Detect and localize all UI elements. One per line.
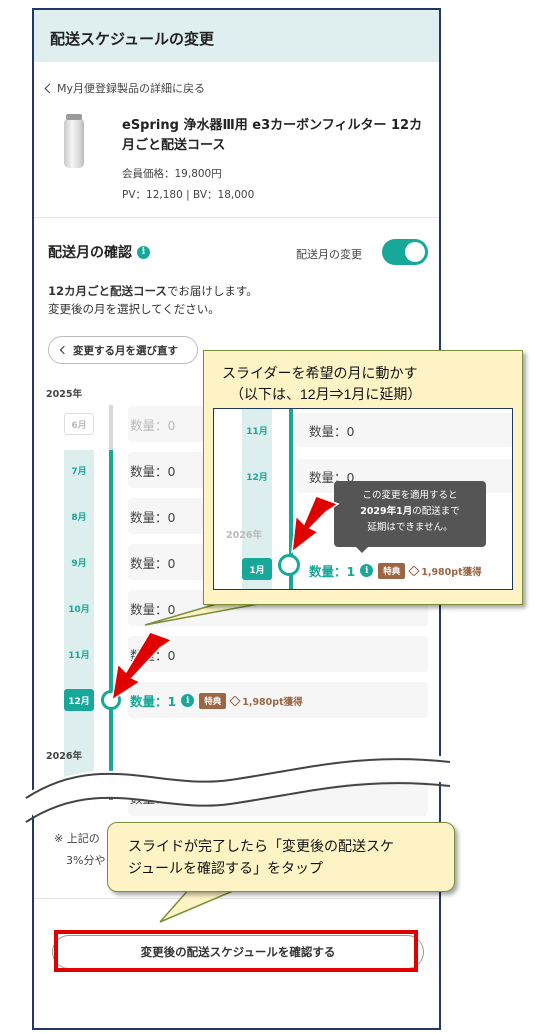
bonus-badge: 特典: [378, 562, 406, 579]
callout-text: スライダーを希望の月に動かす （以下は、12月⇒1月に延期）: [222, 363, 421, 405]
callout-line1: スライダーを希望の月に動かす: [222, 365, 418, 381]
callout-text: スライドが完了したら「変更後の配送スケ ジュールを確認する」をタップ: [128, 835, 394, 879]
month-label: 11月: [246, 426, 268, 437]
callout-line2: ジュールを確認する」をタップ: [128, 860, 324, 876]
highlight-box: [54, 930, 418, 972]
year-label: 2026年: [226, 530, 262, 541]
month-label: 12月: [246, 472, 268, 483]
tooltip-line2: の配送まで: [412, 506, 460, 517]
points-text: 1,980pt獲得: [421, 566, 482, 578]
quantity-selected: 数量：1 i 特典 1,980pt獲得: [309, 561, 482, 580]
tooltip-bold: 2029年1月: [360, 506, 413, 517]
callout-tap-instruction: スライドが完了したら「変更後の配送スケ ジュールを確認する」をタップ: [107, 822, 455, 892]
quantity: 数量：0: [309, 424, 355, 439]
slider-knob: [278, 554, 300, 576]
quantity-value: 数量：1: [309, 564, 356, 579]
zoomed-slider-inset: 11月 数量：0 12月 数量：0 2026年 1月 数量：1 i 特典 1,9…: [213, 408, 513, 590]
warning-tooltip: この変更を適用すると 2029年1月の配送まで 延期はできません。: [334, 481, 486, 553]
points-earned: 1,980pt獲得: [408, 564, 482, 578]
month-label-selected: 1月: [242, 558, 272, 580]
info-icon: i: [360, 564, 374, 577]
callout-line1: スライドが完了したら「変更後の配送スケ: [128, 838, 394, 854]
tooltip-line1: この変更を適用すると: [362, 490, 458, 501]
callout-line2: （以下は、12月⇒1月に延期）: [230, 386, 422, 402]
tooltip-line3: 延期はできません。: [367, 522, 453, 533]
tag-icon: [408, 564, 420, 577]
